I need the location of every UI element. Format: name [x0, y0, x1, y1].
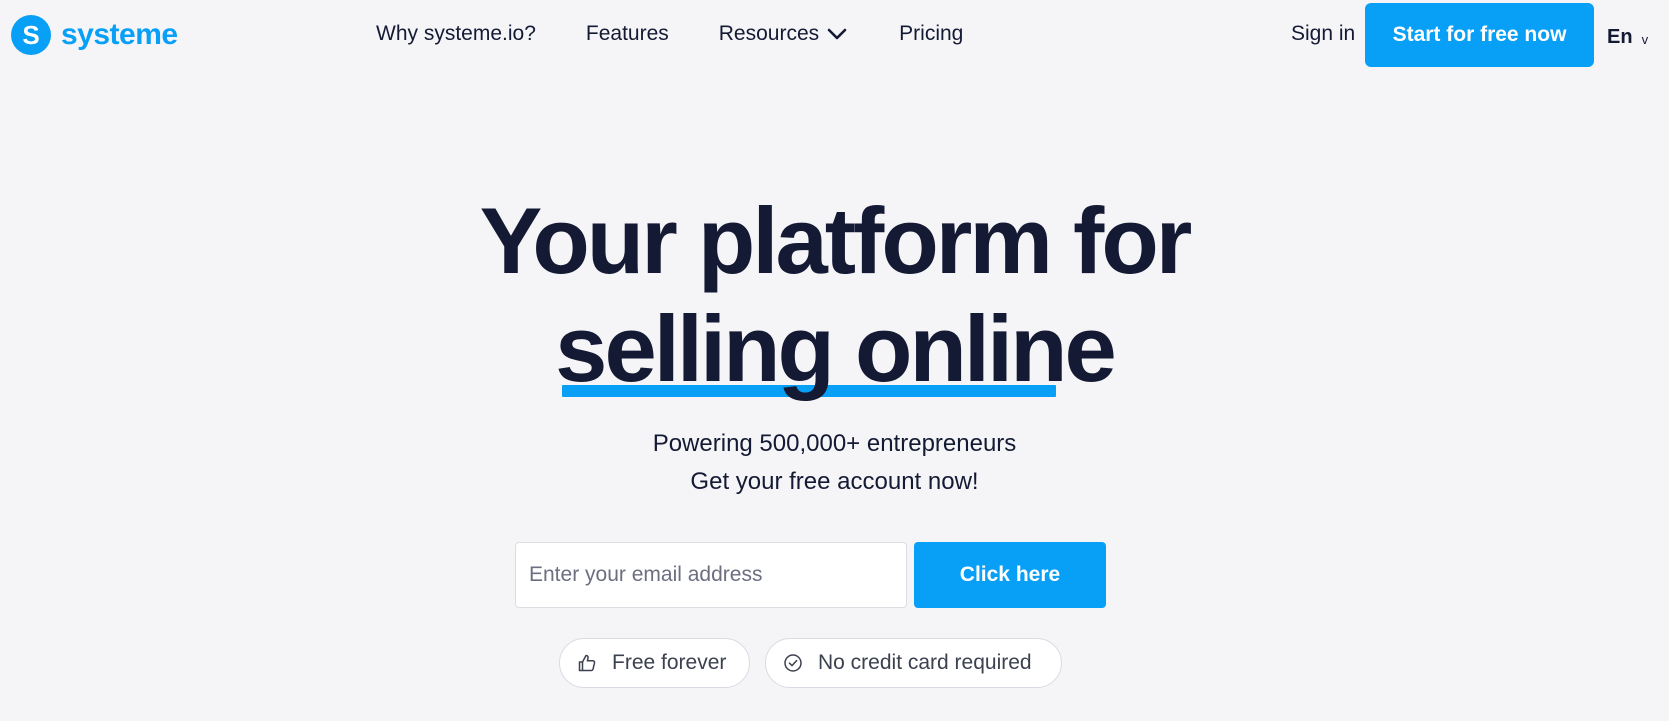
chevron-down-icon	[827, 28, 847, 40]
nav-item-resources-label: Resources	[718, 22, 820, 45]
no-credit-card-label: No credit card required	[818, 651, 1032, 674]
nav-item-why[interactable]: Why systeme.io?	[376, 22, 536, 46]
click-here-button[interactable]: Click here	[914, 542, 1106, 608]
hero-title-line2: selling online	[555, 296, 1117, 401]
logo-mark-icon: S	[11, 15, 51, 55]
page: S systeme Why systeme.io? Features Resou…	[0, 0, 1669, 721]
nav-item-resources[interactable]: Resources	[719, 22, 847, 46]
hero-subtitle-2: Get your free account now!	[690, 468, 979, 495]
nav-item-pricing[interactable]: Pricing	[899, 22, 963, 46]
nav-item-features[interactable]: Features	[586, 22, 669, 46]
language-selector[interactable]: En v	[1607, 26, 1648, 49]
email-field[interactable]	[515, 542, 907, 608]
thumbs-up-icon	[578, 654, 596, 672]
free-forever-badge: Free forever	[559, 638, 750, 688]
hero-subtitle-1: Powering 500,000+ entrepreneurs	[652, 430, 1017, 457]
sign-in-link[interactable]: Sign in	[1291, 22, 1355, 46]
site-header: S systeme Why systeme.io? Features Resou…	[0, 0, 1669, 70]
free-forever-label: Free forever	[612, 651, 727, 674]
language-label: En	[1607, 26, 1633, 48]
main-nav: Why systeme.io? Features Resources Prici…	[376, 22, 963, 46]
no-credit-card-badge: No credit card required	[765, 638, 1062, 688]
start-free-button[interactable]: Start for free now	[1365, 3, 1594, 67]
hero-title-line1: Your platform for	[479, 188, 1193, 293]
language-caret-icon: v	[1641, 31, 1649, 47]
check-circle-icon	[784, 654, 802, 672]
logo-link[interactable]: S systeme	[11, 15, 178, 55]
logo-text: systeme	[61, 18, 178, 51]
